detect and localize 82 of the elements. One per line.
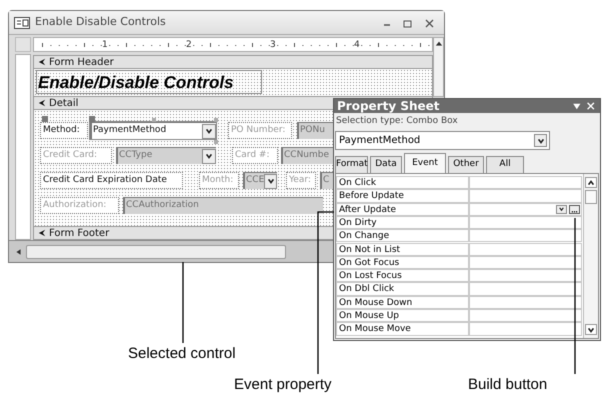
caret-icon bbox=[536, 136, 544, 144]
control-source: PaymentMethod bbox=[92, 124, 168, 138]
callout-label: Event property bbox=[234, 375, 332, 395]
property-value-field[interactable] bbox=[469, 296, 582, 309]
section-arrow-icon bbox=[38, 99, 46, 107]
scroll-thumb[interactable] bbox=[585, 190, 597, 204]
property-value-field[interactable] bbox=[469, 282, 582, 296]
control-label: Year: bbox=[286, 172, 316, 189]
control-label: Card #: bbox=[232, 147, 278, 164]
property-name: On Click bbox=[336, 176, 469, 190]
property-value-field[interactable] bbox=[469, 309, 582, 322]
section-label: Form Header bbox=[49, 56, 114, 70]
object-name: PaymentMethod bbox=[338, 134, 422, 148]
object-dropdown[interactable]: PaymentMethod bbox=[335, 131, 550, 150]
callout-label: Build button bbox=[468, 375, 548, 395]
property-value-field[interactable] bbox=[469, 176, 582, 190]
property-tab[interactable]: All bbox=[486, 156, 524, 173]
callout-label: Selected control bbox=[128, 344, 236, 364]
property-name: On Lost Focus bbox=[336, 269, 469, 282]
property-name: On Got Focus bbox=[336, 256, 469, 270]
caret-icon bbox=[205, 127, 213, 135]
property-name: On Not in List bbox=[336, 242, 469, 256]
caret-icon bbox=[558, 206, 565, 212]
control-source: PONu bbox=[299, 124, 326, 138]
control-label: Authorization: bbox=[40, 197, 119, 214]
dropdown-button[interactable] bbox=[534, 134, 547, 147]
form-title: Enable/Disable Controls bbox=[36, 70, 262, 94]
caret-up-icon bbox=[587, 178, 595, 186]
dropdown-button[interactable] bbox=[202, 124, 216, 138]
property-name: On Mouse Up bbox=[336, 309, 469, 322]
move-handle[interactable] bbox=[89, 116, 95, 122]
scroll-left-icon[interactable] bbox=[15, 248, 22, 256]
section-label: Form Footer bbox=[49, 226, 110, 240]
ruler-corner bbox=[15, 37, 31, 52]
property-value-field[interactable] bbox=[469, 229, 582, 242]
caret-icon bbox=[266, 177, 275, 185]
control-label: Month: bbox=[199, 172, 239, 189]
sizing-handle[interactable] bbox=[214, 140, 218, 144]
selection-type-text: Selection type: Combo Box bbox=[336, 115, 458, 128]
control-source: CCAuthorization bbox=[125, 199, 200, 212]
control-source: C bbox=[322, 174, 330, 188]
section-arrow-icon bbox=[38, 229, 46, 237]
property-name: On Dbl Click bbox=[336, 282, 469, 296]
section-label: Detail bbox=[49, 96, 78, 110]
panel-controls-icon[interactable] bbox=[572, 102, 596, 111]
control-label: PO Number: bbox=[228, 122, 292, 139]
control-label: Credit Card Expiration Date bbox=[40, 172, 183, 189]
control-label: Method: bbox=[40, 122, 88, 139]
caret-icon bbox=[205, 152, 213, 160]
property-value-field[interactable] bbox=[469, 216, 582, 230]
scroll-up-icon[interactable] bbox=[435, 40, 443, 48]
property-name: Before Update bbox=[336, 189, 469, 203]
property-name: After Update bbox=[336, 202, 469, 216]
window-title: Enable Disable Controls bbox=[35, 14, 166, 30]
property-name: On Mouse Down bbox=[336, 296, 469, 309]
combo-box[interactable]: PaymentMethod bbox=[90, 122, 216, 139]
scroll-up-button[interactable] bbox=[585, 177, 597, 188]
property-name: On Mouse Move bbox=[336, 322, 469, 336]
caret-icon bbox=[587, 326, 595, 334]
property-tab[interactable]: Event bbox=[404, 153, 446, 173]
property-tab[interactable]: Data bbox=[370, 156, 402, 173]
control-label: Credit Card: bbox=[40, 147, 112, 164]
scroll-thumb[interactable] bbox=[26, 245, 286, 259]
property-value-field[interactable] bbox=[469, 242, 582, 256]
property-tab[interactable]: Other bbox=[448, 156, 484, 173]
property-value-field[interactable] bbox=[469, 322, 582, 336]
property-name: On Dirty bbox=[336, 216, 469, 230]
sizing-handle[interactable] bbox=[214, 118, 218, 122]
property-name: On Change bbox=[336, 229, 469, 242]
property-tab[interactable]: Format bbox=[335, 156, 368, 173]
move-handle[interactable] bbox=[42, 116, 48, 122]
property-value-field[interactable] bbox=[469, 189, 582, 203]
control-source: CCE bbox=[245, 174, 264, 188]
form-icon bbox=[14, 16, 30, 28]
section-arrow-icon bbox=[38, 58, 46, 66]
control-source: CCType bbox=[118, 149, 154, 162]
property-value-field[interactable] bbox=[469, 256, 582, 270]
sizing-handle[interactable] bbox=[152, 118, 156, 122]
section-bar[interactable]: Form Header bbox=[33, 55, 433, 69]
scroll-down-button[interactable] bbox=[585, 324, 597, 335]
property-value-field[interactable] bbox=[469, 269, 582, 282]
ellipsis-icon bbox=[571, 210, 578, 213]
